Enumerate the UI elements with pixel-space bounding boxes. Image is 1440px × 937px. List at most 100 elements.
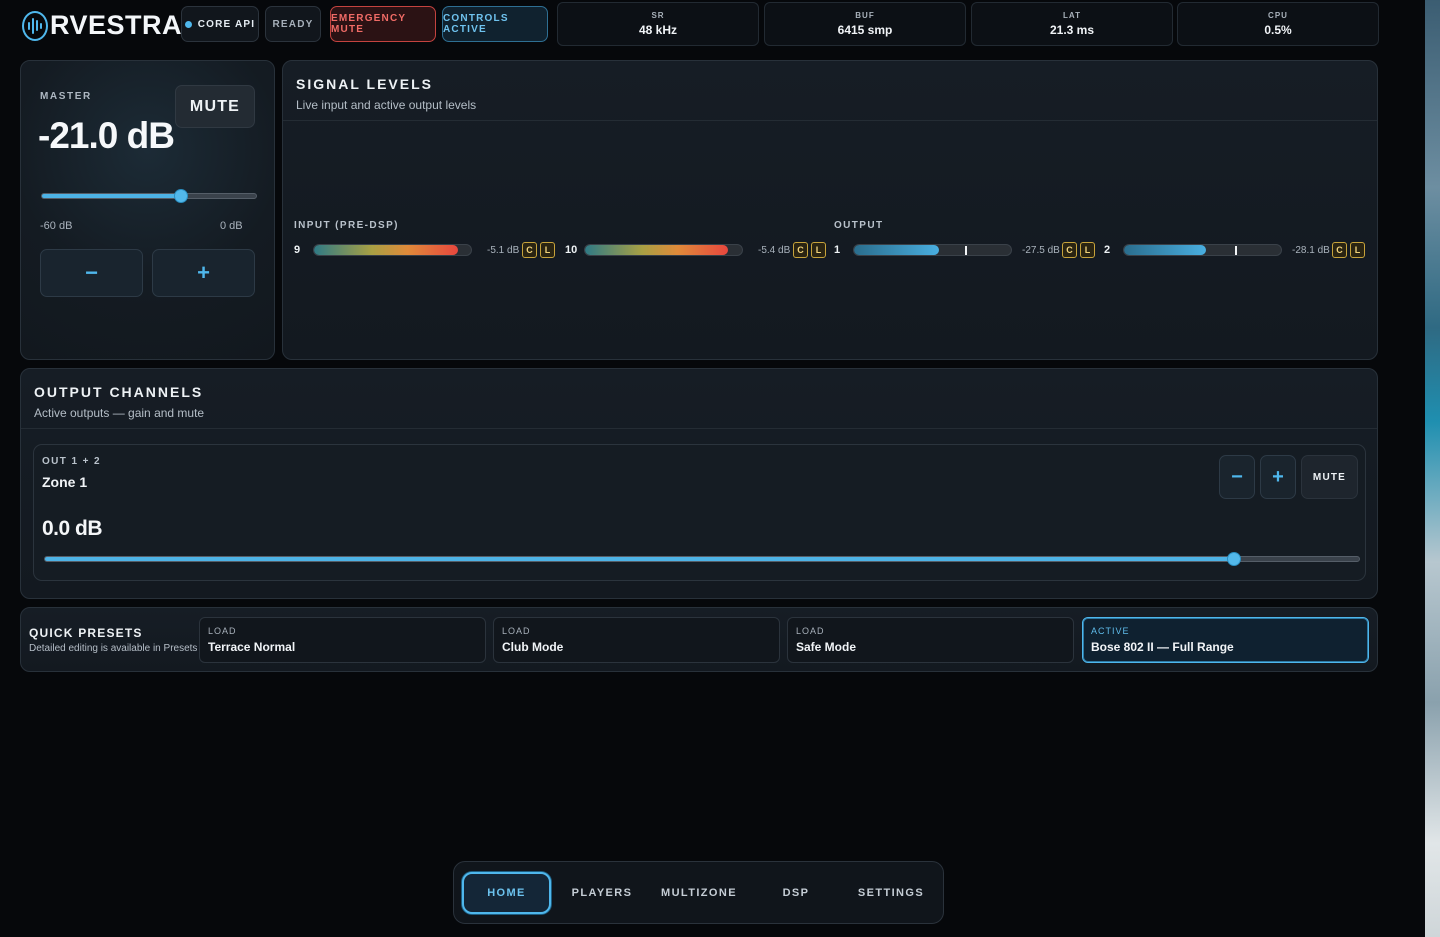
preset-terrace-normal[interactable]: LOAD Terrace Normal — [199, 617, 486, 663]
clip-badge[interactable]: C — [793, 242, 808, 258]
master-decrease-button[interactable]: − — [40, 249, 143, 297]
master-volume-value: -21.0 dB — [38, 115, 175, 156]
output-meter-ch1: 1 -27.5 dB C L — [834, 242, 1095, 258]
master-mute-button[interactable]: MUTE — [175, 85, 255, 128]
input-meter-ch9: 9 -5.1 dB C L — [294, 242, 555, 258]
master-range-max: 0 dB — [220, 220, 243, 232]
clip-badge[interactable]: C — [1332, 242, 1347, 258]
stat-value: 6415 smp — [837, 23, 893, 37]
ready-label: READY — [272, 18, 314, 30]
quick-presets-subtitle: Detailed editing is available in Presets — [29, 643, 198, 654]
zone-output-tag: OUT 1 + 2 — [42, 456, 102, 467]
output-meter-ch2: 2 -28.1 dB C L — [1104, 242, 1365, 258]
input-meter-ch10: 10 -5.4 dB C L — [565, 242, 826, 258]
zone-mute-label: MUTE — [1312, 471, 1347, 483]
limit-badge[interactable]: L — [540, 242, 555, 258]
master-slider-fill — [42, 194, 182, 198]
logo-text: RVESTRA — [50, 10, 183, 40]
signal-levels-panel: SIGNAL LEVELS Live input and active outp… — [282, 60, 1378, 360]
level-meter — [1123, 244, 1282, 256]
stat-label: BUF — [855, 11, 875, 20]
master-increase-button[interactable]: + — [152, 249, 255, 297]
preset-status: LOAD — [796, 626, 825, 636]
divider — [283, 120, 1377, 121]
zone-mute-button[interactable]: MUTE — [1301, 455, 1358, 499]
logo: RVESTRA — [22, 10, 182, 41]
meter-fill — [1124, 245, 1206, 255]
output-channels-subtitle: Active outputs — gain and mute — [34, 406, 205, 420]
zone-name: Zone 1 — [42, 474, 88, 490]
meter-db-value: -5.4 dB — [758, 244, 791, 256]
nav-label: MULTIZONE — [661, 887, 737, 899]
limit-badge[interactable]: L — [1080, 242, 1095, 258]
nav-label: PLAYERS — [571, 887, 633, 899]
zone-increase-button[interactable]: + — [1260, 455, 1296, 499]
core-api-label: CORE API — [197, 18, 256, 30]
app-window: RVESTRA CORE API READY EMERGENCY MUTE CO… — [0, 0, 1425, 937]
zone-slider-thumb[interactable] — [1227, 552, 1242, 566]
master-panel: MASTER -21.0 dB MUTE -60 dB 0 dB − + — [20, 60, 275, 360]
signal-levels-title: SIGNAL LEVELS — [296, 76, 433, 92]
plus-icon: + — [1272, 465, 1284, 488]
stat-value: 21.3 ms — [1049, 23, 1095, 37]
signal-levels-subtitle: Live input and active output levels — [296, 98, 477, 112]
zone-decrease-button[interactable]: − — [1219, 455, 1255, 499]
preset-safe-mode[interactable]: LOAD Safe Mode — [787, 617, 1074, 663]
output-channels-title: OUTPUT CHANNELS — [34, 384, 204, 400]
nav-players[interactable]: PLAYERS — [558, 872, 646, 914]
controls-active-button[interactable]: CONTROLS ACTIVE — [442, 6, 548, 42]
clip-badge[interactable]: C — [522, 242, 537, 258]
emergency-mute-button[interactable]: EMERGENCY MUTE — [330, 6, 436, 42]
divider — [21, 428, 1377, 429]
master-slider-thumb[interactable] — [174, 189, 189, 203]
nav-multizone[interactable]: MULTIZONE — [653, 872, 745, 914]
peak-marker — [965, 246, 968, 255]
nav-settings[interactable]: SETTINGS — [847, 872, 935, 914]
core-api-status[interactable]: CORE API — [181, 6, 259, 42]
stat-buffer: BUF 6415 smp — [764, 2, 966, 46]
stat-latency: LAT 21.3 ms — [971, 2, 1173, 46]
status-dot-icon — [184, 20, 192, 28]
preset-name: Club Mode — [502, 640, 564, 654]
ready-status: READY — [265, 6, 321, 42]
master-mute-label: MUTE — [189, 97, 241, 115]
zone-gain-slider[interactable] — [44, 552, 1360, 566]
meter-fill — [314, 245, 459, 255]
meter-db-value: -5.1 dB — [487, 244, 520, 256]
preset-status: LOAD — [502, 626, 531, 636]
meter-fill — [585, 245, 728, 255]
level-meter — [313, 244, 472, 256]
nav-label: DSP — [782, 887, 810, 899]
level-meter — [584, 244, 743, 256]
nav-label: HOME — [487, 887, 526, 899]
plus-icon: + — [197, 260, 210, 285]
minus-icon: − — [1231, 465, 1243, 488]
limit-badge[interactable]: L — [811, 242, 826, 258]
zone-gain-value: 0.0 dB — [42, 517, 103, 540]
master-volume-slider[interactable] — [41, 189, 257, 203]
output-channels-panel: OUTPUT CHANNELS Active outputs — gain an… — [20, 368, 1378, 599]
stat-cpu: CPU 0.5% — [1177, 2, 1379, 46]
channel-number: 10 — [565, 244, 578, 256]
meter-db-value: -28.1 dB — [1292, 244, 1330, 256]
nav-dsp[interactable]: DSP — [752, 872, 840, 914]
level-meter — [853, 244, 1012, 256]
preset-club-mode[interactable]: LOAD Club Mode — [493, 617, 780, 663]
preset-status: ACTIVE — [1091, 626, 1130, 636]
background-wallpaper — [1425, 0, 1440, 937]
minus-icon: − — [85, 260, 98, 285]
preset-name: Safe Mode — [796, 640, 857, 654]
limit-badge[interactable]: L — [1350, 242, 1365, 258]
channel-number: 1 — [834, 244, 841, 256]
preset-bose-802[interactable]: ACTIVE Bose 802 II — Full Range — [1082, 617, 1369, 663]
peak-marker — [1235, 246, 1238, 255]
stat-value: 48 kHz — [638, 23, 678, 37]
master-label: MASTER — [40, 91, 92, 102]
controls-active-label: CONTROLS ACTIVE — [443, 13, 509, 35]
clip-badge[interactable]: C — [1062, 242, 1077, 258]
input-section-label: INPUT (PRE-DSP) — [294, 220, 399, 231]
nav-home[interactable]: HOME — [462, 872, 551, 914]
quick-presets-panel: QUICK PRESETS Detailed editing is availa… — [20, 607, 1378, 672]
meter-db-value: -27.5 dB — [1022, 244, 1060, 256]
stat-label: CPU — [1268, 11, 1288, 20]
